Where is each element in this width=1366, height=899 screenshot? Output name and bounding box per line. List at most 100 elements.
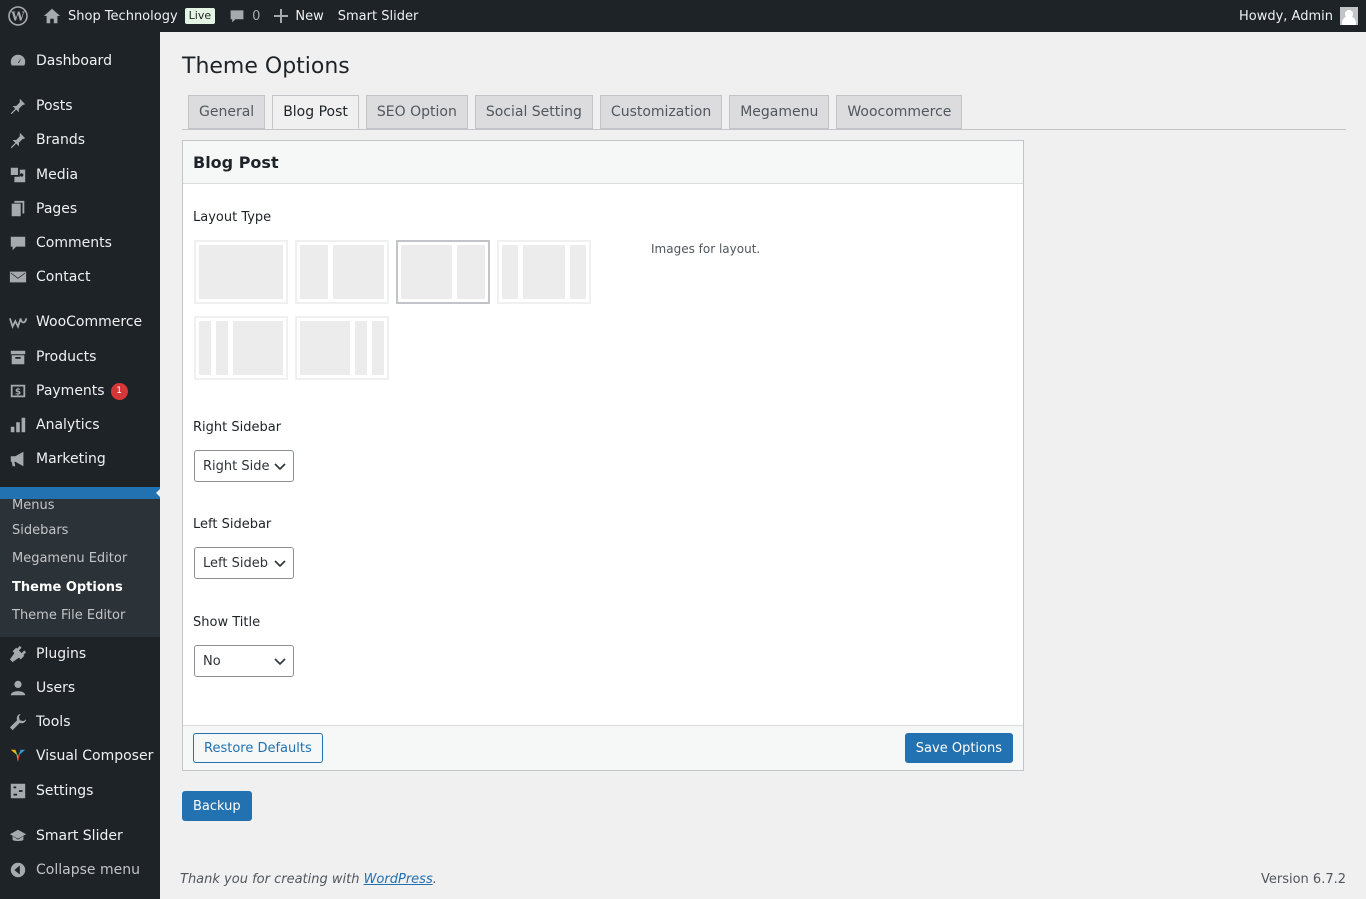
show-title-label: Show Title	[193, 615, 261, 630]
layout-help-text: Images for layout.	[651, 242, 761, 256]
layout-option-left-sidebar[interactable]	[295, 240, 389, 304]
sidebar-item-media[interactable]: Media	[0, 158, 160, 192]
tab-seo-option[interactable]: SEO Option	[365, 95, 468, 129]
save-options-button[interactable]: Save Options	[904, 733, 1013, 763]
wordpress-link[interactable]: WordPress	[364, 872, 433, 887]
comment-icon	[229, 8, 245, 24]
wordpress-logo-icon[interactable]: W	[0, 0, 36, 32]
right-sidebar-select[interactable]: Right Sidebar	[194, 450, 294, 482]
plug-icon	[0, 645, 36, 663]
megaphone-icon	[0, 450, 36, 468]
panel-heading: Blog Post	[183, 141, 1023, 184]
layout-option-full-width[interactable]	[194, 240, 288, 304]
sidebar-item-settings[interactable]: Settings	[0, 774, 160, 808]
wrench-icon	[0, 713, 36, 731]
sidebar-item-payments[interactable]: $ Payments 1	[0, 374, 160, 408]
tab-megamenu[interactable]: Megamenu	[729, 95, 830, 129]
howdy-text: Howdy, Admin	[1238, 8, 1333, 24]
pages-icon	[0, 200, 36, 218]
site-name: Shop Technology	[68, 8, 178, 24]
slider-icon	[0, 827, 36, 845]
media-icon	[0, 166, 36, 184]
payments-badge: 1	[110, 382, 128, 400]
collapse-icon	[0, 861, 36, 879]
layout-option-two-right-sidebars[interactable]	[295, 316, 389, 380]
avatar	[1340, 7, 1358, 25]
admin-sidebar: Dashboard Posts Brands Media Pages Comme…	[0, 32, 160, 899]
sidebar-item-comments[interactable]: Comments	[0, 226, 160, 260]
submenu-item-theme-options[interactable]: Theme Options	[12, 573, 123, 601]
chevron-down-icon	[274, 560, 286, 568]
tabs-divider	[182, 129, 1346, 130]
smart-slider-link[interactable]: Smart Slider	[331, 0, 426, 32]
show-title-select[interactable]: No	[194, 645, 294, 677]
layout-option-right-sidebar[interactable]	[396, 240, 490, 304]
tab-customization[interactable]: Customization	[599, 95, 723, 129]
new-label: New	[295, 8, 324, 24]
page-title: Theme Options	[182, 54, 350, 79]
mail-icon	[0, 268, 36, 286]
footer-version: Version 6.7.2	[1260, 872, 1346, 887]
footer-thanks: Thank you for creating with WordPress.	[180, 872, 437, 887]
vc-icon	[0, 747, 36, 765]
sidebar-item-tools[interactable]: Tools	[0, 705, 160, 739]
svg-text:$: $	[15, 388, 21, 398]
sidebar-item-woocommerce[interactable]: WooCommerce	[0, 305, 160, 339]
account-menu[interactable]: Howdy, Admin	[1232, 0, 1366, 32]
layout-type-label: Layout Type	[193, 210, 272, 225]
options-panel: Blog Post Layout Type Images for layout.…	[182, 140, 1024, 771]
woo-icon	[0, 313, 36, 331]
sidebar-item-brands[interactable]: Brands	[0, 123, 160, 157]
appearance-submenu: Menus Sidebars Megamenu Editor Theme Opt…	[0, 499, 160, 637]
smart-slider-label: Smart Slider	[337, 8, 419, 24]
live-badge: Live	[184, 8, 216, 24]
archive-icon	[0, 348, 36, 366]
settings-icon	[0, 782, 36, 800]
tab-general[interactable]: General	[188, 95, 266, 129]
options-tabs: General Blog Post SEO Option Social Sett…	[188, 95, 969, 129]
submenu-item-theme-file-editor[interactable]: Theme File Editor	[12, 601, 125, 629]
pin-icon	[0, 131, 36, 149]
sidebar-item-marketing[interactable]: Marketing	[0, 442, 160, 476]
chart-icon	[0, 416, 36, 434]
backup-button[interactable]: Backup	[182, 791, 252, 821]
submenu-item-sidebars[interactable]: Sidebars	[12, 516, 68, 544]
pin-icon	[0, 97, 36, 115]
chevron-down-icon	[274, 463, 286, 471]
dollar-icon: $	[0, 382, 36, 400]
collapse-menu-button[interactable]: Collapse menu	[0, 853, 160, 887]
tab-blog-post[interactable]: Blog Post	[272, 95, 359, 129]
sidebar-item-smart-slider[interactable]: Smart Slider	[0, 819, 160, 853]
site-name-link[interactable]: Shop Technology Live	[36, 0, 222, 32]
left-sidebar-select[interactable]: Left Sidebar	[194, 547, 294, 579]
main-content: Theme Options General Blog Post SEO Opti…	[160, 32, 1366, 899]
submenu-item-megamenu-editor[interactable]: Megamenu Editor	[12, 544, 127, 572]
user-icon	[0, 679, 36, 697]
layout-option-both-sidebars[interactable]	[497, 240, 591, 304]
svg-text:W: W	[10, 10, 25, 24]
sidebar-item-visual-composer[interactable]: Visual Composer	[0, 739, 160, 773]
layout-option-two-left-sidebars[interactable]	[194, 316, 288, 380]
sidebar-item-posts[interactable]: Posts	[0, 89, 160, 123]
sidebar-item-users[interactable]: Users	[0, 671, 160, 705]
appearance-menu-bar	[0, 487, 160, 499]
plus-icon	[274, 9, 289, 23]
sidebar-item-pages[interactable]: Pages	[0, 192, 160, 226]
sidebar-item-dashboard[interactable]: Dashboard	[0, 44, 160, 78]
comments-count: 0	[252, 8, 261, 24]
comment-icon	[0, 234, 36, 252]
sidebar-item-analytics[interactable]: Analytics	[0, 408, 160, 442]
comments-link[interactable]: 0	[222, 0, 267, 32]
chevron-down-icon	[274, 658, 286, 666]
admin-bar: W Shop Technology Live 0 New Smart Slide…	[0, 0, 1366, 32]
new-content-link[interactable]: New	[267, 0, 330, 32]
restore-defaults-button[interactable]: Restore Defaults	[193, 733, 323, 763]
panel-footer: Restore Defaults Save Options	[183, 725, 1023, 770]
sidebar-item-products[interactable]: Products	[0, 340, 160, 374]
tab-social-setting[interactable]: Social Setting	[474, 95, 593, 129]
right-sidebar-label: Right Sidebar	[193, 420, 282, 435]
home-icon	[43, 7, 61, 25]
tab-woocommerce[interactable]: Woocommerce	[836, 95, 963, 129]
sidebar-item-contact[interactable]: Contact	[0, 260, 160, 294]
sidebar-item-plugins[interactable]: Plugins	[0, 637, 160, 671]
